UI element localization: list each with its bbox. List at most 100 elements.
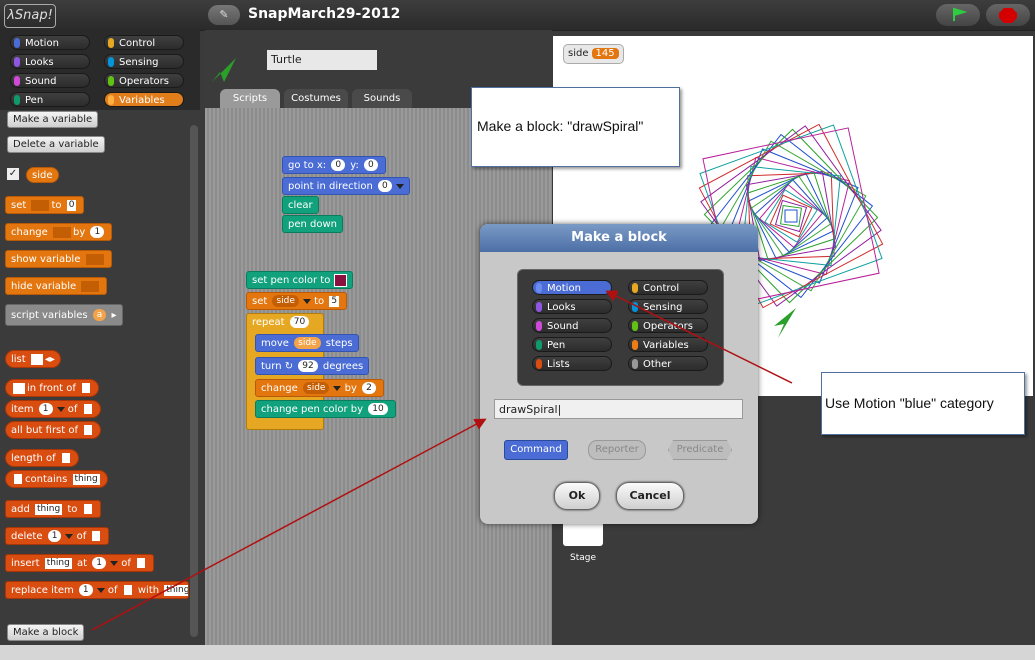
delete-variable-button[interactable]: Delete a variable [7, 136, 105, 153]
side-watcher[interactable]: side 145 [563, 44, 624, 64]
change-side-block[interactable]: change side by 2 [255, 379, 384, 397]
stop-button[interactable] [986, 4, 1030, 26]
pen-color-icon [536, 340, 542, 350]
set-variable-block[interactable]: set to 0 [5, 196, 85, 214]
set-pen-color-block[interactable]: set pen color to [246, 271, 353, 289]
callout-text: Make a block: "drawSpiral" [477, 118, 644, 134]
point-in-direction-block[interactable]: point in direction 0 [282, 177, 410, 195]
category-pen[interactable]: Pen [10, 92, 90, 107]
list-icon [82, 503, 93, 515]
turtle-sprite-icon[interactable] [772, 306, 802, 340]
category-sound[interactable]: Sound [10, 73, 90, 88]
spiral-square [754, 179, 828, 253]
stop-sign-icon [999, 8, 1017, 23]
cancel-button[interactable]: Cancel [616, 482, 684, 510]
category-sensing[interactable]: Sensing [104, 54, 184, 69]
category-variables[interactable]: Variables [104, 92, 184, 107]
control-color-icon [108, 38, 114, 48]
dialog-category-pen[interactable]: Pen [532, 337, 612, 352]
variables-color-icon [632, 340, 638, 350]
stage-thumbnail[interactable] [563, 522, 603, 546]
dialog-category-looks[interactable]: Looks [532, 299, 612, 314]
tab-costumes[interactable]: Costumes [284, 89, 348, 108]
arrow-right-icon[interactable]: ▸ [112, 310, 117, 321]
category-label: Sound [25, 76, 57, 87]
operators-color-icon [108, 76, 114, 86]
spiral-square [745, 170, 837, 262]
pen-down-block[interactable]: pen down [282, 215, 343, 233]
dialog-category-sensing[interactable]: Sensing [628, 299, 708, 314]
motion-color-icon [536, 283, 542, 293]
in-front-of-block[interactable]: in front of [5, 379, 100, 397]
list-icon [136, 557, 147, 569]
length-of-block[interactable]: length of [5, 449, 79, 467]
dialog-category-other[interactable]: Other [628, 356, 708, 371]
dialog-category-motion[interactable]: Motion [532, 280, 612, 295]
cloud-button[interactable]: ✎ [208, 5, 240, 25]
category-looks[interactable]: Looks [10, 54, 90, 69]
replace-item-block[interactable]: replace item 1 of with thing [5, 581, 189, 599]
palette-scrollbar[interactable] [190, 125, 198, 637]
dialog-category-sound[interactable]: Sound [532, 318, 612, 333]
dialog-title: Make a block [480, 224, 758, 252]
move-steps-block[interactable]: move side steps [255, 334, 359, 352]
dialog-category-control[interactable]: Control [628, 280, 708, 295]
turn-degrees-block[interactable]: turn ↻ 92 degrees [255, 357, 370, 375]
control-color-icon [632, 283, 638, 293]
hide-variable-block[interactable]: hide variable [5, 277, 108, 295]
clear-block[interactable]: clear [282, 196, 319, 214]
repeat-label: repeat 70 [252, 316, 311, 328]
var-dropdown[interactable] [53, 226, 71, 238]
list-icon [83, 424, 94, 436]
green-flag-icon [953, 7, 968, 21]
sound-color-icon [14, 76, 20, 86]
category-control[interactable]: Control [104, 35, 184, 50]
arrows-icon[interactable]: ◂▸ [45, 354, 55, 365]
set-side-block[interactable]: set side to 5 [246, 292, 348, 310]
block-name-input[interactable]: drawSpiral| [494, 399, 743, 419]
shape-reporter[interactable]: Reporter [588, 440, 646, 460]
variable-side-reporter[interactable]: side [26, 167, 59, 183]
category-label: Sensing [119, 57, 159, 68]
sound-color-icon [536, 321, 542, 331]
make-variable-button[interactable]: Make a variable [7, 111, 99, 128]
goto-xy-block[interactable]: go to x: 0 y: 0 [282, 156, 386, 174]
var-dropdown[interactable] [81, 280, 100, 292]
motion-color-icon [14, 38, 20, 48]
variable-checkbox[interactable]: ✓ [7, 168, 19, 180]
contains-block[interactable]: contains thing [5, 470, 108, 488]
change-pen-color-block[interactable]: change pen color by 10 [255, 400, 396, 418]
item-of-block[interactable]: item 1 of [5, 400, 101, 418]
var-dropdown[interactable] [31, 199, 50, 211]
delete-of-block[interactable]: delete 1 of [5, 527, 110, 545]
category-label: Motion [25, 38, 59, 49]
looks-color-icon [14, 57, 20, 67]
all-but-first-block[interactable]: all but first of [5, 421, 102, 439]
insert-at-block[interactable]: insert thing at 1 of [5, 554, 155, 572]
dialog-category-lists[interactable]: Lists [532, 356, 612, 371]
var-dropdown[interactable] [85, 253, 104, 265]
make-a-block-button[interactable]: Make a block [7, 624, 85, 641]
add-to-list-block[interactable]: add thing to [5, 500, 101, 518]
color-swatch[interactable] [333, 273, 347, 287]
green-flag-button[interactable] [936, 4, 980, 26]
sprite-name-field[interactable]: Turtle [267, 50, 377, 70]
shape-predicate[interactable]: Predicate [668, 440, 732, 460]
ok-button[interactable]: Ok [554, 482, 600, 510]
list-reporter-block[interactable]: list ◂▸ [5, 350, 61, 368]
tab-scripts[interactable]: Scripts [220, 89, 280, 108]
category-operators[interactable]: Operators [104, 73, 184, 88]
dialog-category-variables[interactable]: Variables [628, 337, 708, 352]
category-motion[interactable]: Motion [10, 35, 90, 50]
shape-command[interactable]: Command [504, 440, 568, 460]
snap-logo-button[interactable]: λSnap! [4, 4, 56, 28]
spiral-square [745, 170, 837, 262]
category-label: Operators [119, 76, 169, 87]
change-variable-block[interactable]: change by 1 [5, 223, 113, 241]
callout-use-motion: Use Motion "blue" category [821, 372, 1025, 435]
list-icon [81, 382, 92, 394]
tab-sounds[interactable]: Sounds [352, 89, 412, 108]
script-variables-block[interactable]: script variables a ▸ [5, 304, 123, 326]
dialog-category-operators[interactable]: Operators [628, 318, 708, 333]
show-variable-block[interactable]: show variable [5, 250, 112, 268]
